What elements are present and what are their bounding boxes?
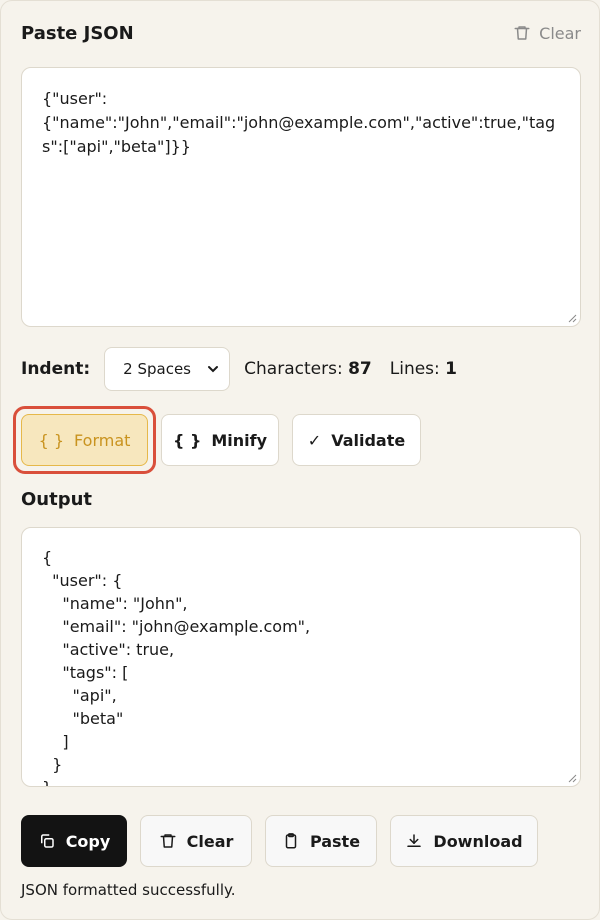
resize-handle-icon[interactable] — [567, 773, 577, 783]
json-output[interactable]: { "user": { "name": "John", "email": "jo… — [21, 527, 581, 787]
characters-label: Characters: — [244, 359, 343, 379]
clipboard-icon — [285, 833, 297, 849]
validate-label: Validate — [331, 430, 406, 450]
characters-value: 87 — [348, 359, 372, 379]
download-label: Download — [433, 831, 523, 851]
copy-button[interactable]: Copy — [21, 815, 127, 867]
characters-stat: Characters: 87 — [244, 359, 372, 379]
json-input[interactable]: {"user": {"name":"John","email":"john@ex… — [21, 67, 581, 327]
json-formatter-panel: Paste JSON Clear {"user": {"name":"John"… — [0, 0, 600, 920]
clear-output-button[interactable]: Clear — [140, 815, 252, 867]
minify-label: Minify — [211, 430, 268, 450]
status-message: JSON formatted successfully. — [21, 881, 236, 899]
validate-button[interactable]: ✓ Validate — [292, 414, 421, 466]
trash-icon — [514, 26, 530, 40]
clear-input-button[interactable]: Clear — [513, 24, 581, 43]
clear-output-label: Clear — [186, 831, 234, 851]
paste-button[interactable]: Paste — [265, 815, 377, 867]
indent-selected-value: 2 Spaces — [123, 360, 191, 378]
format-button[interactable]: { } Format — [21, 414, 148, 466]
download-icon — [407, 834, 422, 847]
indent-label: Indent: — [21, 359, 91, 379]
chevron-down-icon — [208, 366, 219, 373]
lines-label: Lines: — [389, 359, 440, 379]
indent-select[interactable]: 2 Spaces — [104, 347, 231, 391]
trash-icon — [160, 834, 176, 848]
download-button[interactable]: Download — [390, 815, 538, 867]
input-title: Paste JSON — [21, 22, 134, 44]
json-input-text: {"user": {"name":"John","email":"john@ex… — [42, 89, 556, 156]
output-title: Output — [21, 489, 93, 510]
json-output-text: { "user": { "name": "John", "email": "jo… — [42, 548, 311, 786]
copy-icon — [40, 834, 54, 848]
format-label: Format — [74, 430, 131, 450]
copy-label: Copy — [65, 831, 111, 851]
lines-value: 1 — [445, 359, 458, 379]
braces-icon: { } — [38, 430, 65, 450]
indent-row: Indent: 2 Spaces Characters: 87 Lines: 1 — [21, 347, 457, 391]
lines-stat: Lines: 1 — [390, 359, 457, 379]
resize-handle-icon[interactable] — [567, 313, 577, 323]
minify-button[interactable]: { } Minify — [161, 414, 279, 466]
paste-label: Paste — [309, 831, 361, 851]
check-icon: ✓ — [307, 430, 322, 450]
input-header: Paste JSON Clear — [21, 21, 581, 45]
clear-input-label: Clear — [539, 23, 581, 43]
braces-icon: { } — [172, 430, 202, 450]
